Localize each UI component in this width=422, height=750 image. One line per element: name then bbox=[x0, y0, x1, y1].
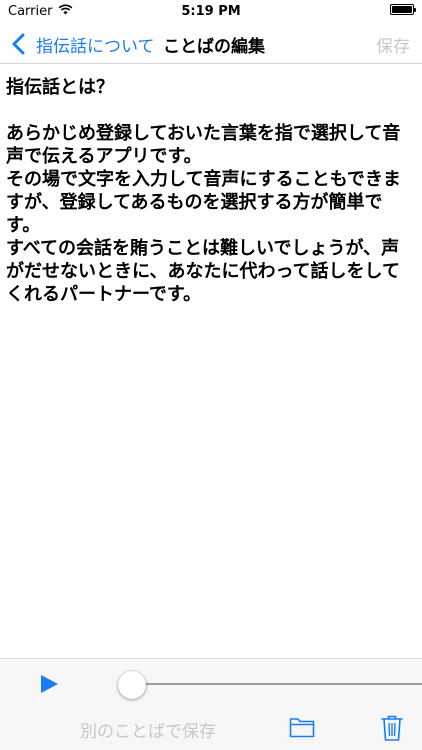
status-right bbox=[390, 4, 416, 15]
bottom-toolbar: 別のことばで保存 bbox=[0, 706, 422, 750]
player-bar bbox=[0, 658, 422, 706]
chevron-left-icon bbox=[12, 33, 25, 55]
battery-icon bbox=[390, 4, 416, 15]
slider-thumb[interactable] bbox=[118, 671, 146, 699]
folder-icon[interactable] bbox=[289, 716, 315, 738]
back-button-label: 指伝話について bbox=[36, 36, 155, 57]
battery-fill bbox=[392, 6, 412, 13]
status-time: 5:19 PM bbox=[181, 4, 241, 19]
save-button[interactable]: 保存 bbox=[376, 32, 410, 57]
slider-track[interactable] bbox=[132, 683, 422, 685]
navigation-bar: 指伝話について ことばの編集 保存 bbox=[0, 24, 422, 64]
save-as-new-phrase-button[interactable]: 別のことばで保存 bbox=[80, 717, 216, 742]
back-button[interactable]: 指伝話について bbox=[8, 30, 155, 58]
phrase-text-editor[interactable]: 指伝話とは？ あらかじめ登録しておいた言葉を指で選択して音声で伝えるアプリです。… bbox=[0, 64, 422, 658]
trash-icon[interactable] bbox=[380, 714, 404, 742]
screen: Carrier 5:19 PM 指伝話について ことばの編集 保存 指伝話とは？… bbox=[0, 0, 422, 750]
page-title: ことばの編集 bbox=[163, 37, 265, 57]
status-bar: Carrier 5:19 PM bbox=[0, 0, 422, 24]
play-icon[interactable] bbox=[38, 673, 60, 695]
